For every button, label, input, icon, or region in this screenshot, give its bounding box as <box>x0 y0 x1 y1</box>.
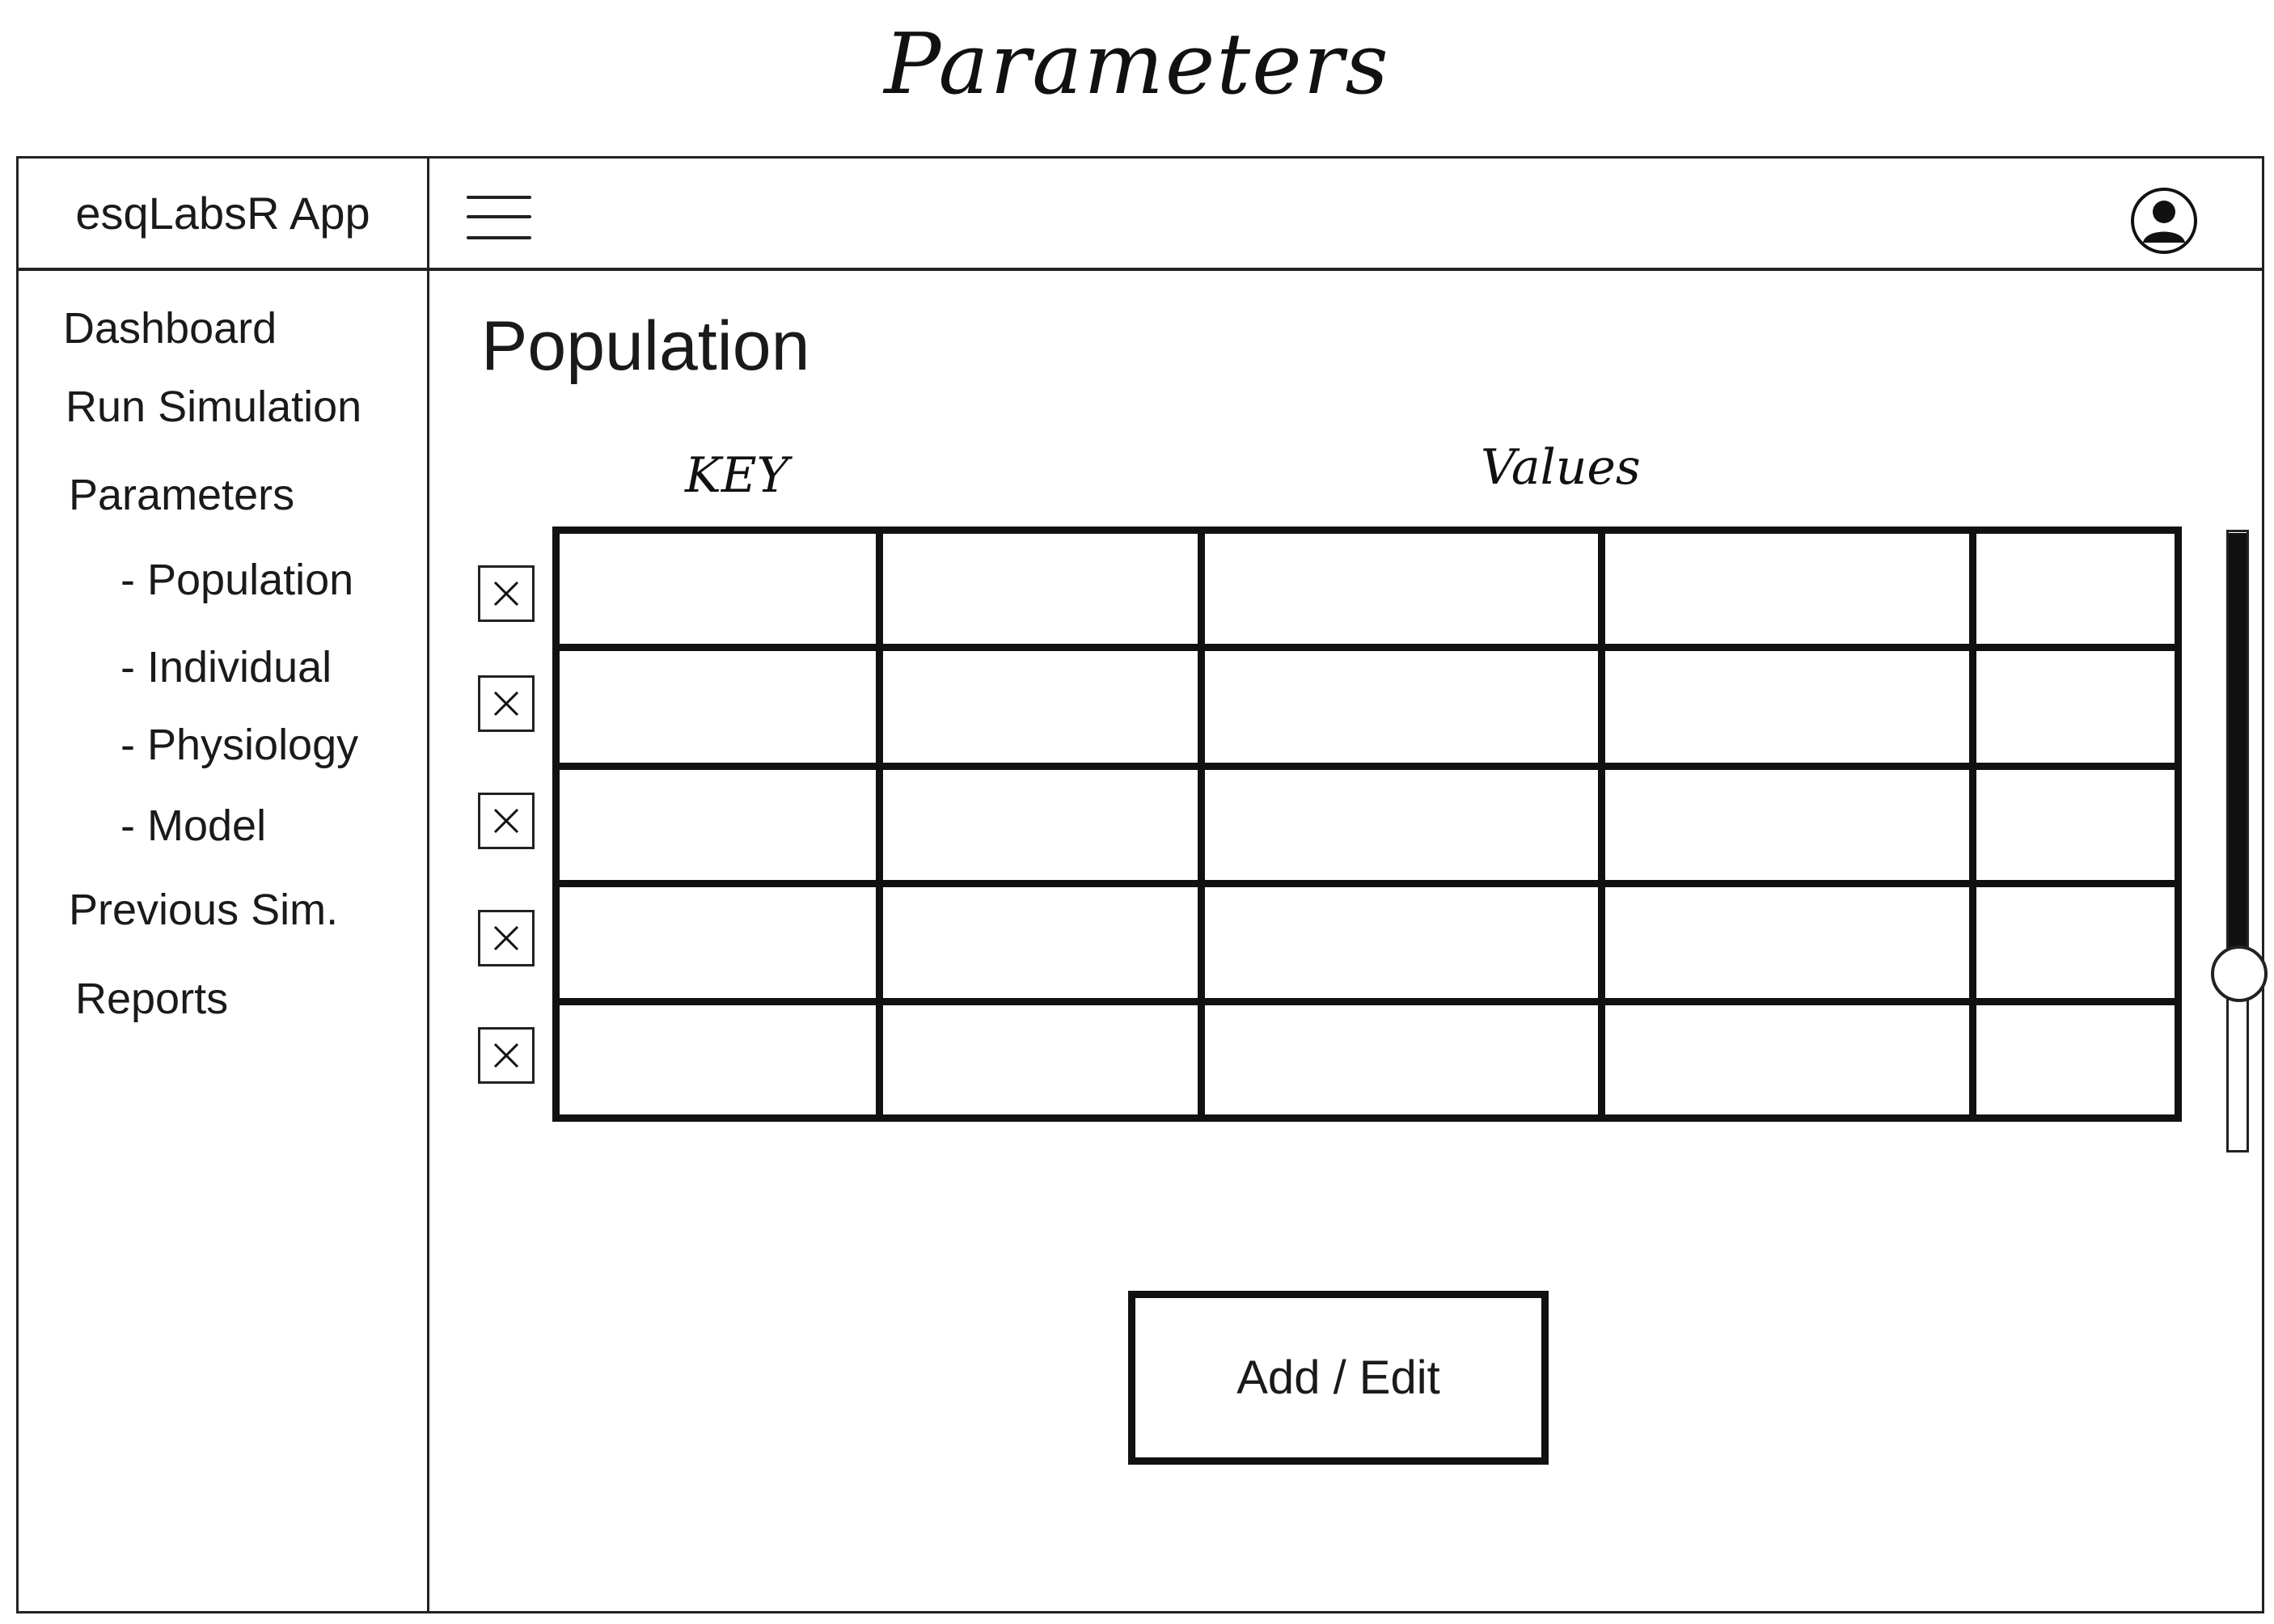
sidebar-item-dashboard[interactable]: Dashboard <box>63 303 277 353</box>
close-x-icon <box>493 925 519 951</box>
close-x-icon <box>493 1042 519 1068</box>
table-cell-key[interactable] <box>567 887 876 998</box>
scrollbar-fill <box>2229 533 2247 970</box>
user-account-icon[interactable] <box>2129 186 2199 256</box>
table-cell-value[interactable] <box>883 541 1198 644</box>
hamburger-menu-icon[interactable] <box>467 194 533 241</box>
close-x-icon <box>493 581 519 607</box>
table-cell-value[interactable] <box>1976 651 2175 763</box>
main-content: Population KEY Values Add / Edit <box>429 271 2268 1611</box>
sketch-title: Parameters <box>884 15 1390 113</box>
close-x-icon <box>493 808 519 834</box>
table-cell-value[interactable] <box>1976 887 2175 998</box>
sidebar-item-previous-sim[interactable]: Previous Sim. <box>69 885 338 935</box>
table-cell-value[interactable] <box>1605 1005 1969 1114</box>
table-cell-value[interactable] <box>1605 887 1969 998</box>
parameters-table <box>552 527 2182 1122</box>
table-cell-value[interactable] <box>1605 651 1969 763</box>
table-cell-value[interactable] <box>1205 651 1598 763</box>
table-cell-value[interactable] <box>1205 1005 1598 1114</box>
values-column-header: Values <box>1481 439 1641 496</box>
table-cell-key[interactable] <box>567 1005 876 1114</box>
row-delete-button[interactable] <box>478 1027 535 1084</box>
sidebar-item-population[interactable]: - Population <box>120 555 353 605</box>
table-cell-value[interactable] <box>1976 1005 2175 1114</box>
table-cell-value[interactable] <box>1205 770 1598 880</box>
table-cell-key[interactable] <box>567 541 876 644</box>
sidebar: Dashboard Run Simulation Parameters - Po… <box>19 271 429 1611</box>
row-delete-button[interactable] <box>478 793 535 849</box>
table-cell-value[interactable] <box>1976 770 2175 880</box>
row-delete-button[interactable] <box>478 675 535 732</box>
table-cell-value[interactable] <box>1605 541 1969 644</box>
table-cell-value[interactable] <box>1605 770 1969 880</box>
table-cell-value[interactable] <box>883 1005 1198 1114</box>
sidebar-item-physiology[interactable]: - Physiology <box>120 720 358 770</box>
table-cell-value[interactable] <box>883 651 1198 763</box>
sidebar-item-model[interactable]: - Model <box>120 801 266 851</box>
top-bar <box>429 159 2262 271</box>
row-delete-button[interactable] <box>478 565 535 622</box>
table-cell-value[interactable] <box>883 887 1198 998</box>
key-column-header: KEY <box>685 447 789 504</box>
table-cell-value[interactable] <box>883 770 1198 880</box>
sidebar-item-individual[interactable]: - Individual <box>120 642 332 692</box>
scrollbar-thumb[interactable] <box>2211 945 2268 1002</box>
sidebar-item-parameters[interactable]: Parameters <box>69 470 294 520</box>
table-cell-value[interactable] <box>1205 887 1598 998</box>
table-cell-value[interactable] <box>1976 541 2175 644</box>
sidebar-item-run-simulation[interactable]: Run Simulation <box>66 382 361 432</box>
table-cell-key[interactable] <box>567 651 876 763</box>
close-x-icon <box>493 691 519 717</box>
table-cell-key[interactable] <box>567 770 876 880</box>
row-delete-button[interactable] <box>478 910 535 966</box>
app-window: esqLabsR App Dashboard Run Simulation Pa… <box>16 156 2268 1613</box>
table-cell-value[interactable] <box>1205 541 1598 644</box>
add-edit-button[interactable]: Add / Edit <box>1128 1291 1549 1465</box>
page-title: Population <box>481 307 810 385</box>
sidebar-item-reports[interactable]: Reports <box>75 974 228 1024</box>
app-title: esqLabsR App <box>19 159 429 271</box>
